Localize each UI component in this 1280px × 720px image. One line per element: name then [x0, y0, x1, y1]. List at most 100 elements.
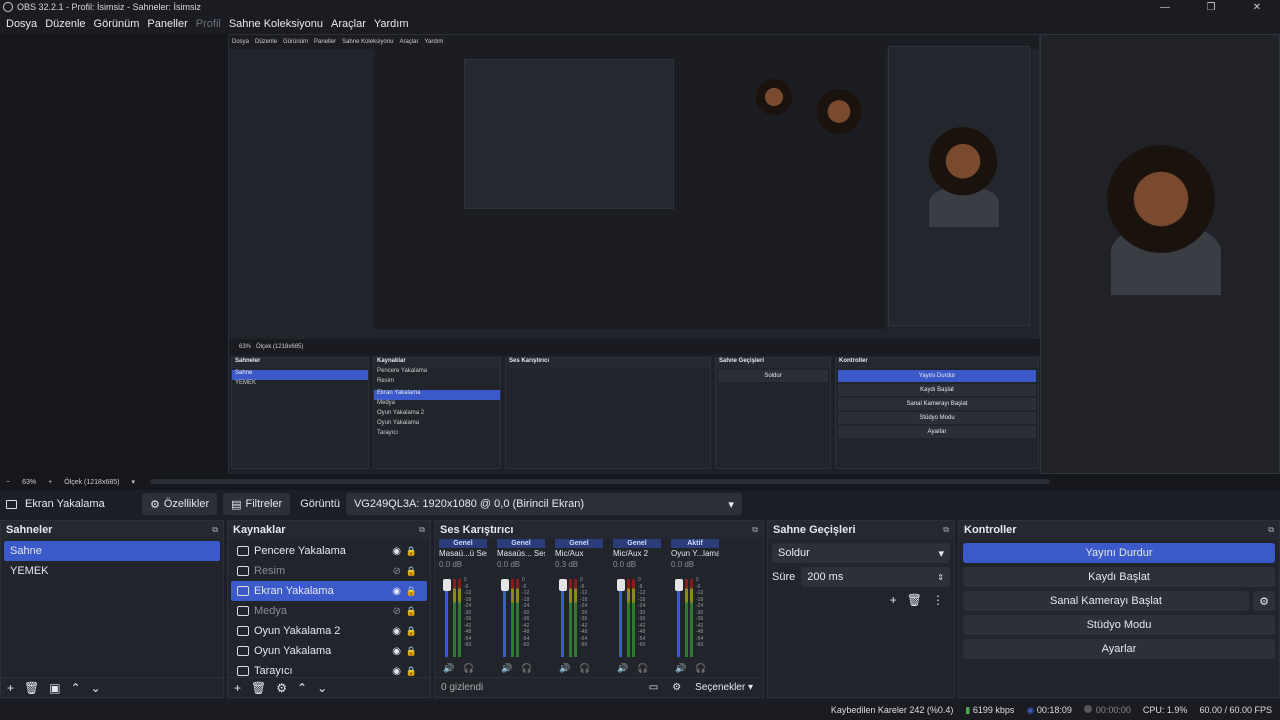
source-item[interactable]: Oyun Yakalama 2 ◉ 🔒 [231, 621, 427, 641]
undock-icon[interactable]: ⧉ [1268, 525, 1274, 535]
lock-icon[interactable]: 🔒 [406, 646, 417, 657]
settings-button[interactable]: Ayarlar [963, 639, 1275, 659]
filters-button[interactable]: ▤ Filtreler [223, 493, 291, 515]
eye-icon[interactable]: ◉ [392, 586, 401, 597]
eye-icon[interactable]: ◉ [392, 666, 401, 677]
source-item[interactable]: Resim ⊘ 🔒 [231, 561, 427, 581]
channel-name[interactable]: Masaüs... Ses 2 [497, 548, 545, 560]
fader-knob[interactable] [617, 579, 625, 591]
source-item[interactable]: Medya ⊘ 🔒 [231, 601, 427, 621]
studio-mode-button[interactable]: Stüdyo Modu [963, 615, 1275, 635]
fader-knob[interactable] [675, 579, 683, 591]
properties-button[interactable]: ⚙ Özellikler [142, 493, 218, 515]
arrow-down-icon[interactable]: ⌄ [91, 681, 101, 695]
fader-knob[interactable] [501, 579, 509, 591]
level-meter [627, 579, 630, 657]
arrow-up-icon[interactable]: ⌃ [71, 681, 81, 695]
headphones-icon[interactable]: 🎧 [521, 663, 532, 674]
menu-file[interactable]: Dosya [2, 18, 41, 30]
stop-stream-button[interactable]: Yayını Durdur [963, 543, 1275, 563]
channel-name[interactable]: Mic/Aux [555, 548, 603, 560]
menu-docks[interactable]: Paneller [143, 18, 191, 30]
minimize-button[interactable]: — [1142, 0, 1188, 14]
audio-mixer-dock: Ses Karıştırıcı ⧉ Genel Masaü...ü Ses 0.0 … [434, 520, 764, 698]
filter-icon[interactable]: ▣ [49, 681, 60, 695]
lock-icon[interactable]: 🔒 [406, 626, 417, 637]
spin-icon[interactable]: ⇕ [937, 573, 944, 582]
menu-bar: Dosya Düzenle Görünüm Paneller Profil Sa… [0, 14, 1280, 34]
fader-knob[interactable] [443, 579, 451, 591]
eye-off-icon[interactable]: ⊘ [393, 566, 401, 577]
trash-icon[interactable]: 🗑 [251, 681, 266, 695]
add-icon[interactable]: + [7, 681, 14, 695]
undock-icon[interactable]: ⧉ [212, 525, 218, 535]
scene-item[interactable]: YEMEK [4, 561, 220, 581]
trash-icon[interactable]: 🗑 [907, 593, 922, 607]
source-item[interactable]: Oyun Yakalama ◉ 🔒 [231, 641, 427, 661]
arrow-up-icon[interactable]: ⌃ [297, 681, 307, 695]
scenes-toolbar: + 🗑 ▣ ⌃ ⌄ [1, 677, 223, 697]
eye-icon[interactable]: ◉ [392, 646, 401, 657]
speaker-icon[interactable]: 🔊 [617, 663, 628, 674]
virtual-cam-settings-button[interactable]: ⚙ [1253, 591, 1275, 611]
headphones-icon[interactable]: 🎧 [695, 663, 706, 674]
transition-select[interactable]: Soldur ▾ [772, 543, 950, 563]
globe-icon [237, 666, 249, 676]
meter-scale: 0 -6 -12 -18 -24 -30 -36 -42 -48 -54 -60 [638, 577, 646, 648]
lock-icon[interactable]: 🔒 [406, 606, 417, 617]
headphones-icon[interactable]: 🎧 [579, 663, 590, 674]
speaker-icon[interactable]: 🔊 [559, 663, 570, 674]
advanced-audio-icon[interactable]: ⚙ [672, 682, 681, 693]
lock-icon[interactable]: 🔒 [406, 566, 417, 577]
trash-icon[interactable]: 🗑 [24, 681, 39, 695]
lock-icon[interactable]: 🔒 [406, 546, 417, 557]
channel-name[interactable]: Masaü...ü Ses [439, 548, 487, 560]
undock-icon[interactable]: ⧉ [752, 525, 758, 535]
speaker-icon[interactable]: 🔊 [501, 663, 512, 674]
gear-icon[interactable]: ⚙ [276, 681, 287, 695]
source-item[interactable]: Pencere Yakalama ◉ 🔒 [231, 541, 427, 561]
menu-help[interactable]: Yardım [370, 18, 413, 30]
channel-name[interactable]: Mic/Aux 2 [613, 548, 661, 560]
speaker-icon[interactable]: 🔊 [443, 663, 454, 674]
add-icon[interactable]: + [890, 593, 897, 607]
zoom-level: 63% [22, 478, 37, 486]
channel-name[interactable]: Oyun Y...lama 2 [671, 548, 719, 560]
options-button[interactable]: Seçenekler ▾ [695, 682, 753, 693]
zoom-in-button[interactable]: + [48, 479, 52, 486]
preview-canvas[interactable]: Dosya Düzenle Görünüm Paneller Sahne Koleksi… [0, 34, 1280, 475]
undock-icon[interactable]: ⧉ [419, 525, 425, 535]
source-item[interactable]: Ekran Yakalama ◉ 🔒 [231, 581, 427, 601]
eye-icon[interactable]: ◉ [392, 626, 401, 637]
menu-profile[interactable]: Profil [192, 18, 225, 30]
menu-tools[interactable]: Araçlar [327, 18, 370, 30]
headphones-icon[interactable]: 🎧 [463, 663, 474, 674]
lock-icon[interactable]: 🔒 [406, 586, 417, 597]
display-select[interactable]: VG249QL3A: 1920x1080 @ 0,0 (Birincil Ekr… [345, 493, 742, 515]
meter-scale: 0 -6 -12 -18 -24 -30 -36 -42 -48 -54 -60 [522, 577, 530, 648]
menu-view[interactable]: Görünüm [90, 18, 144, 30]
headphones-icon[interactable]: 🎧 [637, 663, 648, 674]
duration-spinbox[interactable]: 200 ms ⇕ [801, 567, 950, 587]
scale-dropdown[interactable]: ▾ [131, 478, 135, 486]
close-button[interactable]: ✕ [1234, 0, 1280, 14]
eye-icon[interactable]: ◉ [392, 546, 401, 557]
mixer-channel: Genel Masaü...ü Ses 0.0 dB 0 -6 -12 -18 -24 -30-… [439, 539, 487, 679]
zoom-out-button[interactable]: − [6, 479, 10, 486]
preview-scrollbar[interactable] [150, 479, 1050, 484]
virtual-cam-button[interactable]: Sanal Kamerayı Başlat [963, 591, 1249, 611]
maximize-button[interactable]: ❐ [1188, 0, 1234, 14]
menu-edit[interactable]: Düzenle [41, 18, 89, 30]
scene-item[interactable]: Sahne [4, 541, 220, 561]
menu-scene-collection[interactable]: Sahne Koleksiyonu [225, 18, 327, 30]
start-record-button[interactable]: Kaydı Başlat [963, 567, 1275, 587]
add-icon[interactable]: + [234, 681, 241, 695]
lock-icon[interactable]: 🔒 [406, 666, 417, 677]
undock-icon[interactable]: ⧉ [943, 525, 949, 535]
more-icon[interactable]: ⋮ [932, 593, 944, 607]
eye-off-icon[interactable]: ⊘ [393, 606, 401, 617]
layout-icon[interactable]: ▭ [649, 682, 658, 693]
arrow-down-icon[interactable]: ⌄ [317, 681, 327, 695]
fader-knob[interactable] [559, 579, 567, 591]
speaker-icon[interactable]: 🔊 [675, 663, 686, 674]
